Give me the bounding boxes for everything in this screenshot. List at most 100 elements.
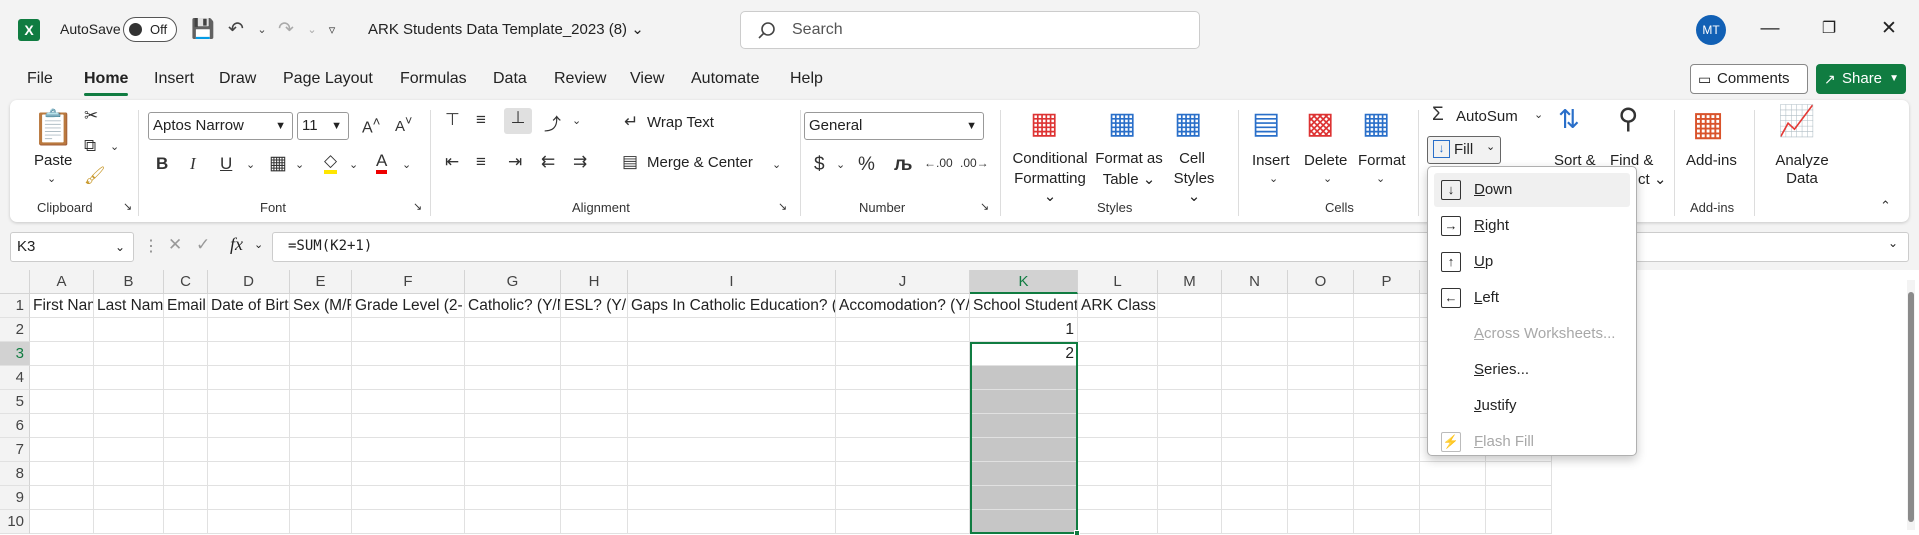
orientation-icon[interactable]: ⤴ <box>544 110 561 135</box>
fill-color-icon[interactable]: ◇ <box>324 152 338 174</box>
fill-menu-left[interactable]: ← Left <box>1434 281 1630 315</box>
tab-draw[interactable]: Draw <box>219 70 256 88</box>
cell-p6[interactable] <box>1354 414 1420 438</box>
cell-i6[interactable] <box>628 414 836 438</box>
cell-f3[interactable] <box>352 342 465 366</box>
cell-f9[interactable] <box>352 486 465 510</box>
cell-f7[interactable] <box>352 438 465 462</box>
fill-menu-down[interactable]: ↓ Down <box>1434 173 1630 207</box>
cancel-icon[interactable]: ✕ <box>168 235 182 255</box>
font-family-select[interactable]: Aptos Narrow ▼ <box>148 112 293 140</box>
cell-e5[interactable] <box>290 390 352 414</box>
fill-menu-right[interactable]: → Right <box>1434 209 1630 243</box>
cell-g4[interactable] <box>465 366 561 390</box>
cell-r10[interactable] <box>1486 510 1552 534</box>
cell-h6[interactable] <box>561 414 628 438</box>
cell-a1[interactable]: First Name <box>30 294 94 318</box>
cell-c6[interactable] <box>164 414 208 438</box>
cell-b9[interactable] <box>94 486 164 510</box>
cell-g2[interactable] <box>465 318 561 342</box>
function-dropdown-icon[interactable]: ⌄ <box>254 238 263 251</box>
cell-f8[interactable] <box>352 462 465 486</box>
cell-e4[interactable] <box>290 366 352 390</box>
cell-e2[interactable] <box>290 318 352 342</box>
cell-h1[interactable]: ESL? (Y/N) <box>561 294 628 318</box>
cell-c10[interactable] <box>164 510 208 534</box>
cell-e8[interactable] <box>290 462 352 486</box>
addins-button[interactable]: Add-ins <box>1686 152 1737 169</box>
fill-color-dropdown-icon[interactable]: ⌄ <box>349 158 358 171</box>
cell-e1[interactable]: Sex (M/F) <box>290 294 352 318</box>
cell-d2[interactable] <box>208 318 290 342</box>
cut-icon[interactable]: ✂ <box>84 106 98 126</box>
cell-j3[interactable] <box>836 342 970 366</box>
cell-e3[interactable] <box>290 342 352 366</box>
avatar[interactable]: MT <box>1696 15 1726 45</box>
format-dropdown-icon[interactable]: ⌄ <box>1376 172 1385 185</box>
cell-n9[interactable] <box>1222 486 1288 510</box>
cell-o9[interactable] <box>1288 486 1354 510</box>
cell-f4[interactable] <box>352 366 465 390</box>
cell-o6[interactable] <box>1288 414 1354 438</box>
cell-k5[interactable] <box>970 390 1078 414</box>
save-icon[interactable]: 💾 <box>191 18 215 42</box>
cell-a4[interactable] <box>30 366 94 390</box>
cell-g9[interactable] <box>465 486 561 510</box>
cell-k2[interactable]: 1 <box>970 318 1078 342</box>
cell-m3[interactable] <box>1158 342 1222 366</box>
cell-o5[interactable] <box>1288 390 1354 414</box>
column-header-i[interactable]: I <box>628 270 836 294</box>
cell-a10[interactable] <box>30 510 94 534</box>
cell-l7[interactable] <box>1078 438 1158 462</box>
cell-h3[interactable] <box>561 342 628 366</box>
cell-i4[interactable] <box>628 366 836 390</box>
cell-d3[interactable] <box>208 342 290 366</box>
cell-n6[interactable] <box>1222 414 1288 438</box>
scrollbar-thumb[interactable] <box>1908 292 1914 522</box>
cell-j10[interactable] <box>836 510 970 534</box>
fill-menu-series[interactable]: Series... <box>1434 353 1630 387</box>
cell-i8[interactable] <box>628 462 836 486</box>
document-title[interactable]: ARK Students Data Template_2023 (8) ⌄ <box>368 20 644 38</box>
cell-k7[interactable] <box>970 438 1078 462</box>
tab-review[interactable]: Review <box>554 70 606 88</box>
row-header-8[interactable]: 8 <box>0 462 30 486</box>
undo-dropdown-icon[interactable]: ⌄ <box>250 18 274 42</box>
cell-a9[interactable] <box>30 486 94 510</box>
tab-page-layout[interactable]: Page Layout <box>283 70 373 88</box>
column-header-n[interactable]: N <box>1222 270 1288 294</box>
increase-indent-icon[interactable]: ⇉ <box>573 152 587 172</box>
number-format-select[interactable]: General ▼ <box>804 112 984 140</box>
cell-a7[interactable] <box>30 438 94 462</box>
enter-icon[interactable]: ✓ <box>196 235 210 255</box>
cell-m5[interactable] <box>1158 390 1222 414</box>
tab-view[interactable]: View <box>630 70 664 88</box>
cell-b10[interactable] <box>94 510 164 534</box>
currency-dropdown-icon[interactable]: ⌄ <box>836 158 845 171</box>
cell-q9[interactable] <box>1420 486 1486 510</box>
cell-n8[interactable] <box>1222 462 1288 486</box>
cell-m9[interactable] <box>1158 486 1222 510</box>
wrap-text-icon[interactable]: ↵ <box>624 112 638 132</box>
column-header-b[interactable]: B <box>94 270 164 294</box>
cell-j6[interactable] <box>836 414 970 438</box>
autosum-button[interactable]: AutoSum <box>1456 108 1518 125</box>
underline-icon[interactable]: U <box>220 154 232 174</box>
merge-dropdown-icon[interactable]: ⌄ <box>772 158 781 171</box>
cell-c9[interactable] <box>164 486 208 510</box>
cell-b1[interactable]: Last Name <box>94 294 164 318</box>
row-header-5[interactable]: 5 <box>0 390 30 414</box>
bold-icon[interactable]: B <box>156 154 168 174</box>
cell-p2[interactable] <box>1354 318 1420 342</box>
restore-icon[interactable]: ❐ <box>1816 16 1842 42</box>
cell-f6[interactable] <box>352 414 465 438</box>
format-painter-icon[interactable]: 🖌 <box>84 166 106 186</box>
tab-insert[interactable]: Insert <box>154 70 194 88</box>
copy-icon[interactable]: ⧉ <box>84 136 96 156</box>
column-header-p[interactable]: P <box>1354 270 1420 294</box>
cell-d10[interactable] <box>208 510 290 534</box>
cell-h4[interactable] <box>561 366 628 390</box>
row-header-4[interactable]: 4 <box>0 366 30 390</box>
cell-g5[interactable] <box>465 390 561 414</box>
cell-h9[interactable] <box>561 486 628 510</box>
